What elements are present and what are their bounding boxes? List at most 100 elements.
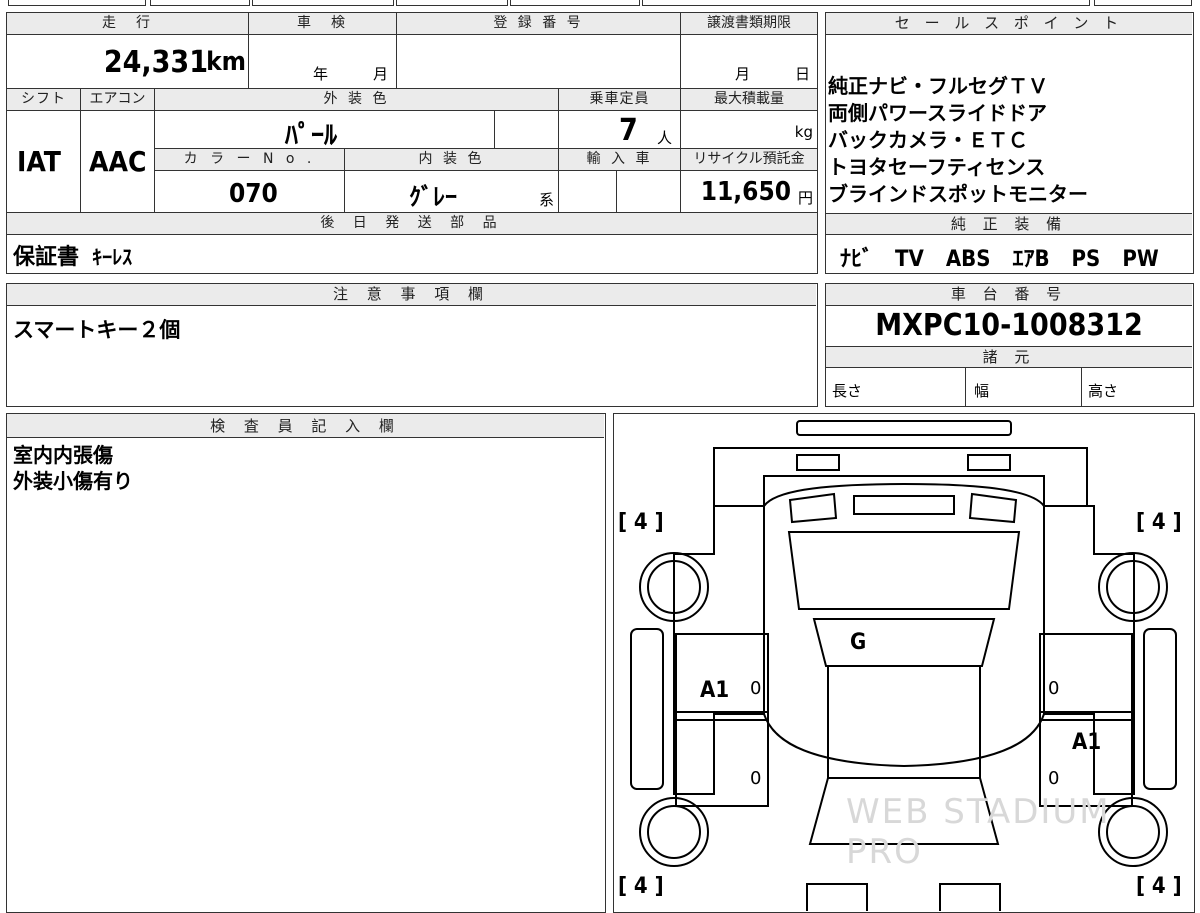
exterior-color-label: 外 装 色 <box>155 89 559 111</box>
right-sill <box>1143 628 1177 790</box>
chassis-label: 車 台 番 号 <box>826 284 1192 306</box>
aircon-value: AAC <box>89 145 147 178</box>
later-parts-main: 保証書 <box>13 245 80 270</box>
recycle-label: リサイクル預託金 <box>681 149 817 171</box>
notes-label: 注 意 事 項 欄 <box>7 284 816 306</box>
interior-color-cell: ｸﾞﾚｰ 系 <box>345 171 559 213</box>
zero-mark: 0 <box>1048 678 1060 699</box>
spec-length-cell: 長さ <box>826 368 966 406</box>
registration-cell <box>397 35 681 89</box>
max-load-cell: kg <box>681 111 817 149</box>
right-rear-door-damage-label: A1 <box>1072 730 1102 755</box>
tire-top-right-label: [ 4 ] <box>1136 510 1182 535</box>
spec-height-cell: 高さ <box>1082 368 1192 406</box>
wheel-rear-left-inner <box>647 805 701 859</box>
import-label: 輸 入 車 <box>559 149 681 171</box>
rear-bumper-bar <box>806 883 868 911</box>
later-parts-value-row: 保証書 ｷｰﾚｽ <box>13 239 133 270</box>
color-no-label: カ ラ ー N o . <box>155 149 345 171</box>
roof <box>812 618 996 667</box>
tire-top-left-label: [ 4 ] <box>618 510 664 535</box>
left-front-door <box>675 633 769 721</box>
left-side-body <box>673 505 765 795</box>
mileage-unit: km <box>206 47 246 77</box>
left-front-door-damage-label: A1 <box>700 678 730 703</box>
right-front-door <box>1039 633 1133 721</box>
equipment-label: 純 正 装 備 <box>826 213 1192 235</box>
max-load-unit: kg <box>794 123 813 141</box>
zero-mark: 0 <box>1048 768 1060 789</box>
tire-bottom-right-label: [ 4 ] <box>1136 874 1182 899</box>
chassis-value: MXPC10-1008312 <box>875 308 1143 343</box>
top-cutoff-bar-4 <box>396 0 508 6</box>
interior-color-suffix: 系 <box>538 191 554 209</box>
registration-label: 登 録 番 号 <box>397 13 681 35</box>
inspector-label: 検 査 員 記 入 欄 <box>7 414 604 438</box>
mileage-label: 走 行 <box>7 13 249 35</box>
recycle-cell: 11,650 円 <box>681 171 817 213</box>
notes-value: スマートキー２個 <box>13 318 181 342</box>
sales-point-item: ブラインドスポットモニター <box>828 182 1088 206</box>
aircon-label: エアコン <box>81 89 155 111</box>
inspector-line: 室内内張傷 <box>13 443 113 467</box>
interior-color-label: 内 装 色 <box>345 149 559 171</box>
sales-point-item: バックカメラ・ＥＴＣ <box>828 128 1028 152</box>
aircon-cell: AAC <box>81 111 155 213</box>
import-cell-b <box>617 171 681 213</box>
recycle-value: 11,650 <box>700 177 791 207</box>
later-parts-sub: ｷｰﾚｽ <box>92 245 133 269</box>
transfer-month-unit: 月 <box>735 65 751 83</box>
mileage-value: 24,331 <box>103 45 208 80</box>
inspector-line: 外装小傷有り <box>13 469 133 493</box>
notes-panel: 注 意 事 項 欄 スマートキー２個 <box>6 283 818 407</box>
car-diagram-panel: [ 4 ] [ 4 ] [ 4 ] [ 4 ] G A1 A1 0 0 0 0 … <box>613 413 1195 913</box>
equipment-value: ﾅﾋﾞ TV ABS ｴｱB PS PW <box>840 247 1159 272</box>
top-cutoff-bar-2 <box>150 0 250 6</box>
spec-length-label: 長さ <box>832 382 863 400</box>
front-bumper-bar <box>796 420 1012 436</box>
windshield-damage-label: G <box>850 630 867 655</box>
tire-bottom-left-label: [ 4 ] <box>618 874 664 899</box>
sales-points-list: 純正ナビ・フルセグＴＶ 両側パワースライドドア バックカメラ・ＥＴＣ トヨタセー… <box>828 73 1190 208</box>
capacity-cell: 7 人 <box>559 111 681 149</box>
hood-slot-right <box>967 454 1011 471</box>
capacity-value: 7 <box>619 113 638 148</box>
transfer-deadline-cell: 月 日 <box>681 35 817 89</box>
inspection-cell: 年 月 <box>249 35 397 89</box>
transfer-deadline-label: 譲渡書類期限 <box>681 13 817 35</box>
top-cutoff-bar-6 <box>642 0 1090 6</box>
exterior-color-cell: ﾊﾟｰﾙ <box>155 111 495 151</box>
hood-slot-left <box>796 454 840 471</box>
wheel-rear-left <box>639 797 709 867</box>
watermark-text: WEB STADIUM PRO <box>846 792 1111 872</box>
color-no-cell: 070 <box>155 171 345 213</box>
max-load-label: 最大積載量 <box>681 89 817 111</box>
inspection-year-unit: 年 <box>313 65 329 83</box>
exterior-color-extra-cell <box>495 111 559 149</box>
color-no-value: 070 <box>229 179 278 209</box>
top-cutoff-bar-3 <box>252 0 394 6</box>
left-sill <box>630 628 664 790</box>
zero-mark: 0 <box>750 678 762 699</box>
transfer-day-unit: 日 <box>795 65 811 83</box>
inspector-lines: 室内内張傷 外装小傷有り <box>13 442 133 494</box>
specs-label: 諸 元 <box>826 346 1192 368</box>
sales-point-item: 純正ナビ・フルセグＴＶ <box>828 74 1048 98</box>
sales-points-label: セ ー ル ス ポ イ ン ト <box>826 13 1192 35</box>
sales-point-item: トヨタセーフティセンス <box>828 155 1046 179</box>
zero-mark: 0 <box>750 768 762 789</box>
spec-height-label: 高さ <box>1088 382 1119 400</box>
inspection-label: 車 検 <box>249 13 397 35</box>
capacity-label: 乗車定員 <box>559 89 681 111</box>
exterior-color-value: ﾊﾟｰﾙ <box>285 121 338 151</box>
shift-label: シフト <box>7 89 81 111</box>
vehicle-info-grid: 走 行 車 検 登 録 番 号 譲渡書類期限 24,331 km 年 月 月 日… <box>6 12 818 274</box>
shift-value: IAT <box>17 145 61 178</box>
shift-cell: IAT <box>7 111 81 213</box>
chassis-panel: 車 台 番 号 MXPC10-1008312 諸 元 長さ 幅 高さ <box>825 283 1194 407</box>
interior-color-value: ｸﾞﾚｰ <box>409 183 457 211</box>
capacity-unit: 人 <box>657 129 673 147</box>
import-cell-a <box>559 171 617 213</box>
sales-point-item: 両側パワースライドドア <box>828 101 1047 125</box>
sales-points-panel: セ ー ル ス ポ イ ン ト 純正ナビ・フルセグＴＶ 両側パワースライドドア … <box>825 12 1194 274</box>
